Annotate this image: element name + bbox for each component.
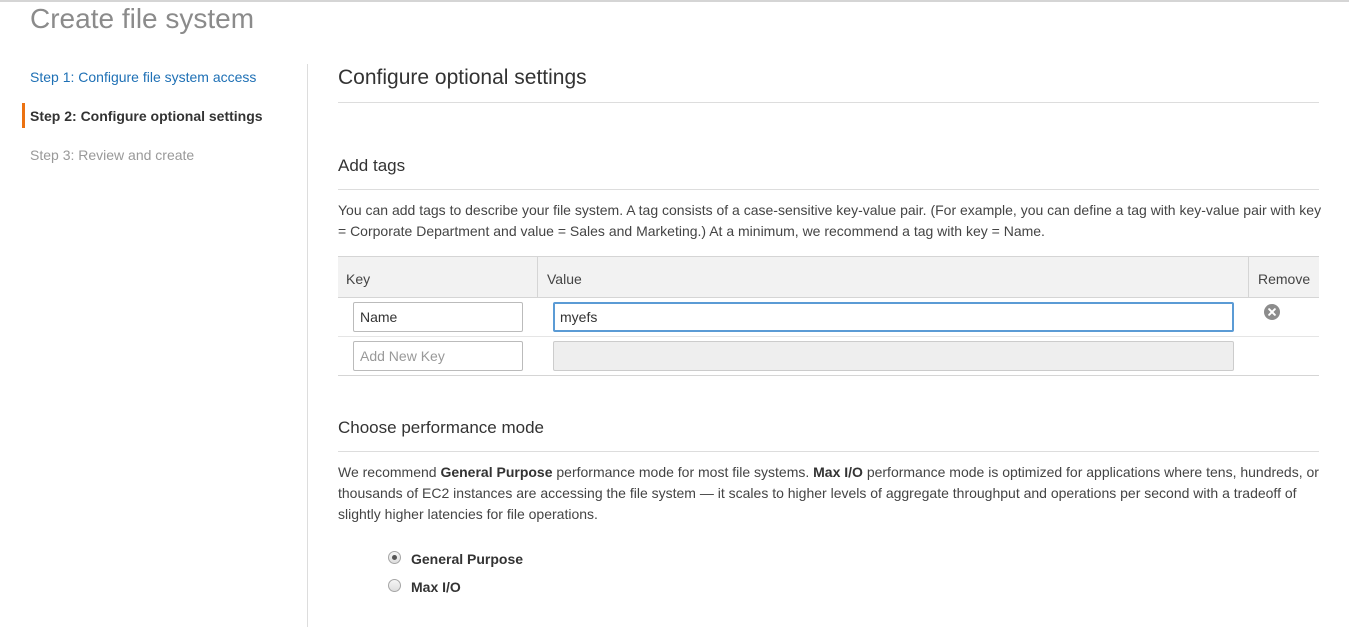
row-divider — [338, 336, 1319, 337]
remove-tag-icon[interactable] — [1264, 304, 1280, 320]
tags-table: Key Value Remove — [338, 256, 1319, 376]
current-step-marker — [22, 103, 25, 128]
add-tags-rule — [338, 189, 1319, 190]
page-title: Create file system — [30, 3, 255, 34]
section-heading: Configure optional settings — [338, 66, 587, 89]
table-bottom-border — [338, 375, 1319, 376]
max-io-radio[interactable] — [388, 579, 401, 592]
desc-text: performance mode for most file systems. — [552, 464, 814, 480]
new-tag-value-input[interactable] — [553, 341, 1234, 371]
step-3-disabled: Step 3: Review and create — [30, 147, 195, 163]
value-column-header: Value — [547, 271, 582, 287]
tag-value-input[interactable] — [553, 302, 1234, 332]
nav-divider — [307, 64, 308, 627]
heading-rule — [338, 102, 1319, 103]
max-io-label[interactable]: Max I/O — [411, 578, 461, 596]
remove-column-header: Remove — [1258, 271, 1311, 287]
key-column-header: Key — [346, 271, 371, 287]
performance-mode-description: We recommend General Purpose performance… — [338, 462, 1323, 525]
top-border — [0, 0, 1349, 2]
desc-bold-max-io: Max I/O — [813, 464, 863, 480]
performance-mode-heading: Choose performance mode — [338, 418, 545, 437]
desc-bold-general-purpose: General Purpose — [440, 464, 553, 480]
add-tags-heading: Add tags — [338, 156, 406, 175]
performance-mode-rule — [338, 451, 1319, 452]
column-divider — [1248, 257, 1249, 298]
general-purpose-label[interactable]: General Purpose — [411, 550, 523, 568]
new-tag-key-input[interactable] — [353, 341, 523, 371]
tags-table-header: Key Value Remove — [338, 256, 1319, 298]
add-tags-description: You can add tags to describe your file s… — [338, 202, 1322, 239]
tag-key-input[interactable] — [353, 302, 523, 332]
step-2-current: Step 2: Configure optional settings — [30, 108, 263, 124]
general-purpose-radio[interactable] — [388, 551, 401, 564]
step-1-link[interactable]: Step 1: Configure file system access — [30, 68, 256, 86]
column-divider — [537, 257, 538, 298]
desc-text: We recommend — [338, 464, 441, 480]
